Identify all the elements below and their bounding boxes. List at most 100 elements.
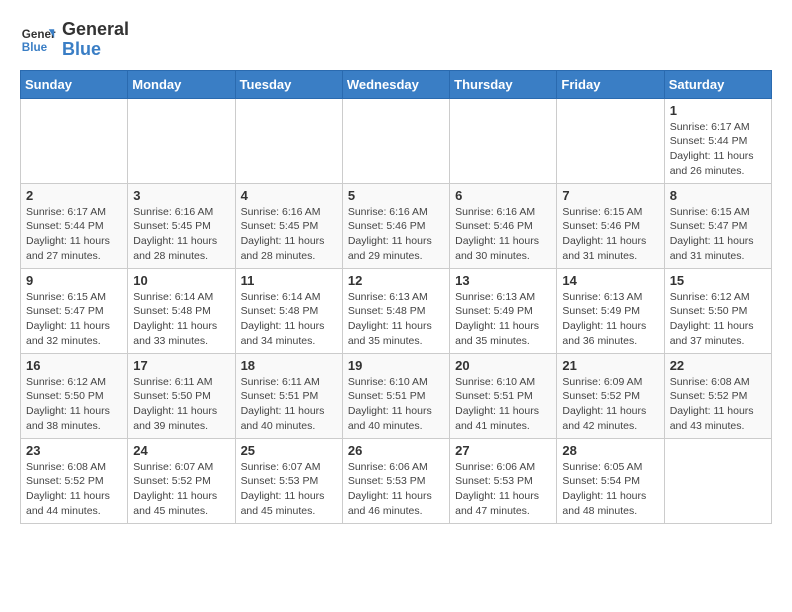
day-cell: 27 Sunrise: 6:06 AM Sunset: 5:53 PM Dayli… xyxy=(450,438,557,523)
day-number: 11 xyxy=(241,273,337,288)
day-info: Sunrise: 6:07 AM Sunset: 5:53 PM Dayligh… xyxy=(241,460,337,519)
day-number: 24 xyxy=(133,443,229,458)
day-cell: 21Sunrise: 6:09 AM Sunset: 5:52 PM Dayli… xyxy=(557,353,664,438)
day-info: Sunrise: 6:13 AM Sunset: 5:49 PM Dayligh… xyxy=(562,290,658,349)
day-number: 3 xyxy=(133,188,229,203)
day-info: Sunrise: 6:17 AM Sunset: 5:44 PM Dayligh… xyxy=(670,120,766,179)
day-info: Sunrise: 6:15 AM Sunset: 5:46 PM Dayligh… xyxy=(562,205,658,264)
day-cell: 11 Sunrise: 6:14 AM Sunset: 5:48 PM Dayli… xyxy=(235,268,342,353)
day-header-tuesday: Tuesday xyxy=(235,70,342,98)
day-cell: 7 Sunrise: 6:15 AM Sunset: 5:46 PM Daylig… xyxy=(557,183,664,268)
day-info: Sunrise: 6:17 AM Sunset: 5:44 PM Dayligh… xyxy=(26,205,122,264)
day-cell: 19 Sunrise: 6:10 AM Sunset: 5:51 PM Dayli… xyxy=(342,353,449,438)
day-cell: 17 Sunrise: 6:11 AM Sunset: 5:50 PM Dayli… xyxy=(128,353,235,438)
day-cell: 26Sunrise: 6:06 AM Sunset: 5:53 PM Dayli… xyxy=(342,438,449,523)
page-header: General Blue GeneralBlue xyxy=(20,20,772,60)
day-cell xyxy=(664,438,771,523)
day-cell: 24 Sunrise: 6:07 AM Sunset: 5:52 PM Dayli… xyxy=(128,438,235,523)
day-number: 12 xyxy=(348,273,444,288)
day-info: Sunrise: 6:15 AM Sunset: 5:47 PM Dayligh… xyxy=(670,205,766,264)
day-cell: 1 Sunrise: 6:17 AM Sunset: 5:44 PM Daylig… xyxy=(664,98,771,183)
day-number: 5 xyxy=(348,188,444,203)
day-info: Sunrise: 6:16 AM Sunset: 5:46 PM Dayligh… xyxy=(348,205,444,264)
day-header-sunday: Sunday xyxy=(21,70,128,98)
week-row-2: 2 Sunrise: 6:17 AM Sunset: 5:44 PM Daylig… xyxy=(21,183,772,268)
day-number: 25 xyxy=(241,443,337,458)
week-row-4: 16 Sunrise: 6:12 AM Sunset: 5:50 PM Dayli… xyxy=(21,353,772,438)
day-header-monday: Monday xyxy=(128,70,235,98)
day-number: 4 xyxy=(241,188,337,203)
day-info: Sunrise: 6:12 AM Sunset: 5:50 PM Dayligh… xyxy=(670,290,766,349)
day-cell xyxy=(342,98,449,183)
day-cell: 9 Sunrise: 6:15 AM Sunset: 5:47 PM Daylig… xyxy=(21,268,128,353)
calendar-table: SundayMondayTuesdayWednesdayThursdayFrid… xyxy=(20,70,772,524)
day-header-saturday: Saturday xyxy=(664,70,771,98)
day-info: Sunrise: 6:15 AM Sunset: 5:47 PM Dayligh… xyxy=(26,290,122,349)
day-number: 16 xyxy=(26,358,122,373)
day-cell xyxy=(235,98,342,183)
day-number: 26 xyxy=(348,443,444,458)
day-number: 19 xyxy=(348,358,444,373)
svg-text:Blue: Blue xyxy=(22,41,48,54)
week-row-1: 1 Sunrise: 6:17 AM Sunset: 5:44 PM Daylig… xyxy=(21,98,772,183)
day-info: Sunrise: 6:08 AM Sunset: 5:52 PM Dayligh… xyxy=(670,375,766,434)
day-cell: 3 Sunrise: 6:16 AM Sunset: 5:45 PM Daylig… xyxy=(128,183,235,268)
week-row-5: 23 Sunrise: 6:08 AM Sunset: 5:52 PM Dayli… xyxy=(21,438,772,523)
day-cell: 22Sunrise: 6:08 AM Sunset: 5:52 PM Dayli… xyxy=(664,353,771,438)
day-number: 18 xyxy=(241,358,337,373)
day-header-wednesday: Wednesday xyxy=(342,70,449,98)
day-cell: 15Sunrise: 6:12 AM Sunset: 5:50 PM Dayli… xyxy=(664,268,771,353)
day-cell: 6Sunrise: 6:16 AM Sunset: 5:46 PM Daylig… xyxy=(450,183,557,268)
day-info: Sunrise: 6:14 AM Sunset: 5:48 PM Dayligh… xyxy=(133,290,229,349)
day-cell: 16 Sunrise: 6:12 AM Sunset: 5:50 PM Dayli… xyxy=(21,353,128,438)
week-row-3: 9 Sunrise: 6:15 AM Sunset: 5:47 PM Daylig… xyxy=(21,268,772,353)
day-info: Sunrise: 6:12 AM Sunset: 5:50 PM Dayligh… xyxy=(26,375,122,434)
day-info: Sunrise: 6:07 AM Sunset: 5:52 PM Dayligh… xyxy=(133,460,229,519)
day-cell: 14 Sunrise: 6:13 AM Sunset: 5:49 PM Dayli… xyxy=(557,268,664,353)
day-info: Sunrise: 6:13 AM Sunset: 5:48 PM Dayligh… xyxy=(348,290,444,349)
day-number: 2 xyxy=(26,188,122,203)
day-info: Sunrise: 6:11 AM Sunset: 5:51 PM Dayligh… xyxy=(241,375,337,434)
day-number: 8 xyxy=(670,188,766,203)
day-info: Sunrise: 6:13 AM Sunset: 5:49 PM Dayligh… xyxy=(455,290,551,349)
day-cell: 20 Sunrise: 6:10 AM Sunset: 5:51 PM Dayli… xyxy=(450,353,557,438)
day-cell: 5 Sunrise: 6:16 AM Sunset: 5:46 PM Daylig… xyxy=(342,183,449,268)
day-cell: 10 Sunrise: 6:14 AM Sunset: 5:48 PM Dayli… xyxy=(128,268,235,353)
day-info: Sunrise: 6:11 AM Sunset: 5:50 PM Dayligh… xyxy=(133,375,229,434)
day-cell: 18 Sunrise: 6:11 AM Sunset: 5:51 PM Dayli… xyxy=(235,353,342,438)
day-info: Sunrise: 6:14 AM Sunset: 5:48 PM Dayligh… xyxy=(241,290,337,349)
day-cell xyxy=(450,98,557,183)
logo: General Blue GeneralBlue xyxy=(20,20,129,60)
calendar-body: 1 Sunrise: 6:17 AM Sunset: 5:44 PM Daylig… xyxy=(21,98,772,523)
day-number: 27 xyxy=(455,443,551,458)
day-info: Sunrise: 6:16 AM Sunset: 5:45 PM Dayligh… xyxy=(241,205,337,264)
day-cell: 8 Sunrise: 6:15 AM Sunset: 5:47 PM Daylig… xyxy=(664,183,771,268)
day-cell: 13 Sunrise: 6:13 AM Sunset: 5:49 PM Dayli… xyxy=(450,268,557,353)
day-number: 20 xyxy=(455,358,551,373)
day-cell: 28 Sunrise: 6:05 AM Sunset: 5:54 PM Dayli… xyxy=(557,438,664,523)
day-cell xyxy=(128,98,235,183)
logo-text: GeneralBlue xyxy=(62,20,129,60)
day-cell: 25 Sunrise: 6:07 AM Sunset: 5:53 PM Dayli… xyxy=(235,438,342,523)
day-number: 10 xyxy=(133,273,229,288)
day-cell xyxy=(557,98,664,183)
day-info: Sunrise: 6:10 AM Sunset: 5:51 PM Dayligh… xyxy=(348,375,444,434)
day-info: Sunrise: 6:16 AM Sunset: 5:45 PM Dayligh… xyxy=(133,205,229,264)
day-cell: 4 Sunrise: 6:16 AM Sunset: 5:45 PM Daylig… xyxy=(235,183,342,268)
day-number: 21 xyxy=(562,358,658,373)
day-number: 23 xyxy=(26,443,122,458)
logo-icon: General Blue xyxy=(20,22,56,58)
day-info: Sunrise: 6:16 AM Sunset: 5:46 PM Dayligh… xyxy=(455,205,551,264)
day-number: 9 xyxy=(26,273,122,288)
day-number: 17 xyxy=(133,358,229,373)
day-header-friday: Friday xyxy=(557,70,664,98)
day-info: Sunrise: 6:06 AM Sunset: 5:53 PM Dayligh… xyxy=(455,460,551,519)
day-info: Sunrise: 6:08 AM Sunset: 5:52 PM Dayligh… xyxy=(26,460,122,519)
day-number: 14 xyxy=(562,273,658,288)
day-number: 28 xyxy=(562,443,658,458)
day-number: 1 xyxy=(670,103,766,118)
day-info: Sunrise: 6:10 AM Sunset: 5:51 PM Dayligh… xyxy=(455,375,551,434)
day-number: 7 xyxy=(562,188,658,203)
day-info: Sunrise: 6:05 AM Sunset: 5:54 PM Dayligh… xyxy=(562,460,658,519)
day-number: 13 xyxy=(455,273,551,288)
